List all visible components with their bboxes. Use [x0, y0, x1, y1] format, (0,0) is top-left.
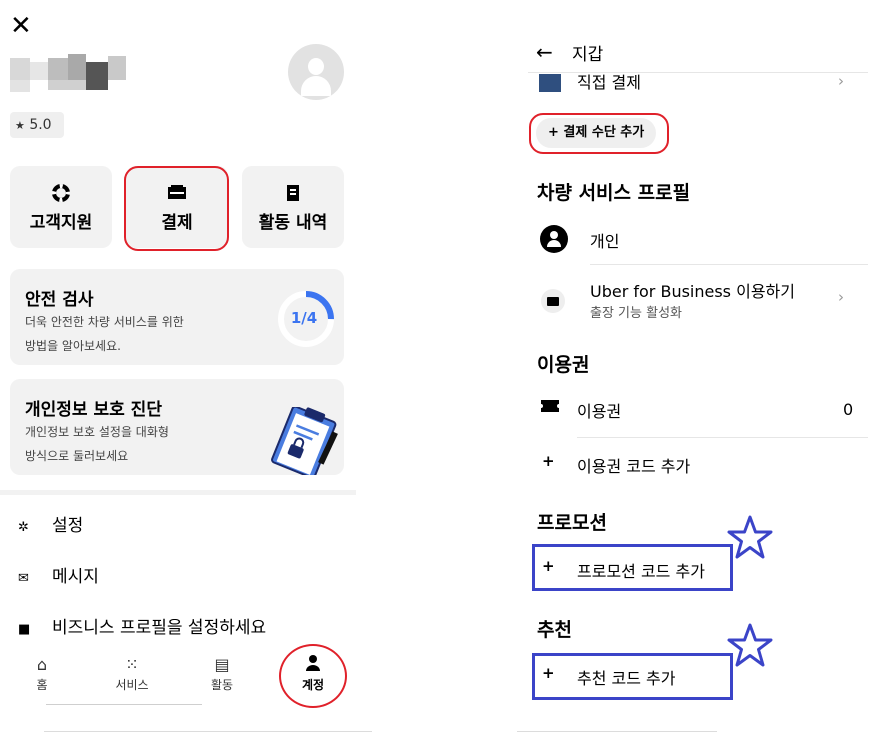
nav-tab-activity[interactable]: ▤ 활동: [187, 654, 257, 693]
privacy-card-title: 개인정보 보호 진단: [25, 400, 162, 420]
safety-check-card[interactable]: 안전 검사 더욱 안전한 차량 서비스를 위한 방법을 알아보세요. 1/4: [10, 269, 344, 365]
activity-tile[interactable]: 활동 내역: [242, 166, 344, 248]
chevron-right-icon: ›: [838, 72, 844, 90]
page-title: 지갑: [572, 45, 604, 65]
referral-section-title: 추천: [537, 619, 572, 641]
business-profile-subtitle: 출장 기능 활성화: [590, 306, 682, 321]
menu-item-settings[interactable]: ✲ 설정: [18, 511, 83, 541]
voucher-label[interactable]: 이용권: [577, 398, 621, 422]
business-profile-title[interactable]: Uber for Business 이용하기: [590, 278, 795, 302]
promotion-section-title: 프로모션: [537, 512, 607, 534]
divider: [577, 437, 868, 438]
life-ring-icon: [10, 184, 112, 202]
payment-highlight-annotation: [124, 166, 229, 251]
nav-tab-home[interactable]: ⌂ 홈: [7, 654, 77, 693]
add-payment-method-annotation: [529, 113, 669, 154]
home-icon: ⌂: [36, 655, 48, 674]
gear-icon: ✲: [18, 520, 29, 535]
divider: [44, 731, 372, 732]
add-voucher-code-button[interactable]: 이용권 코드 추가: [577, 453, 690, 477]
divider: [590, 264, 868, 265]
referral-highlight-annotation: [532, 653, 733, 700]
safety-card-desc-1: 더욱 안전한 차량 서비스를 위한: [25, 315, 184, 329]
grid-icon: ⁙: [125, 655, 139, 674]
nav-activity-label: 활동: [210, 678, 234, 692]
person-icon: [540, 225, 568, 253]
privacy-card-desc-1: 개인정보 보호 설정을 대화형: [25, 425, 169, 439]
privacy-checkup-card[interactable]: 개인정보 보호 진단 개인정보 보호 설정을 대화형 방식으로 둘러보세요: [10, 379, 344, 475]
star-annotation-icon: [727, 623, 773, 667]
nav-tab-services[interactable]: ⁙ 서비스: [97, 654, 167, 693]
chevron-right-icon: ›: [838, 288, 844, 306]
support-label: 고객지원: [29, 213, 93, 233]
back-arrow-icon[interactable]: ←: [536, 40, 553, 64]
briefcase-icon: [541, 289, 565, 313]
ride-profile-section-title: 차량 서비스 프로필: [537, 182, 691, 204]
privacy-card-desc-2: 방식으로 둘러보세요: [25, 449, 129, 463]
nav-underline: [46, 704, 202, 705]
progress-label: 1/4: [290, 309, 318, 327]
avatar[interactable]: [288, 44, 344, 100]
safety-card-desc-2: 방법을 알아보세요.: [25, 339, 121, 353]
voucher-section-title: 이용권: [537, 354, 590, 376]
menu-settings-label: 설정: [52, 516, 84, 536]
section-divider: [0, 490, 356, 495]
direct-pay-icon: [539, 74, 561, 92]
envelope-icon: ✉: [18, 571, 29, 586]
direct-pay-label[interactable]: 직접 결제: [577, 72, 641, 94]
menu-item-business-profile[interactable]: ■ 비즈니스 프로필을 설정하세요: [18, 613, 266, 643]
voucher-count: 0: [843, 400, 854, 419]
ticket-icon: [541, 398, 559, 416]
nav-services-label: 서비스: [115, 678, 149, 692]
menu-messages-label: 메시지: [52, 567, 99, 587]
personal-profile-label[interactable]: 개인: [590, 228, 619, 252]
rating-value: 5.0: [29, 117, 52, 133]
nav-home-label: 홈: [36, 678, 48, 692]
close-icon[interactable]: ✕: [10, 12, 34, 40]
plus-icon: +: [542, 452, 555, 470]
receipt-icon: [242, 184, 344, 202]
receipt-icon: ▤: [214, 655, 230, 674]
menu-item-messages[interactable]: ✉ 메시지: [18, 562, 99, 592]
rating-badge: ★ 5.0: [10, 112, 64, 138]
activity-label: 활동 내역: [258, 213, 328, 233]
support-tile[interactable]: 고객지원: [10, 166, 112, 248]
account-highlight-annotation: [279, 644, 347, 708]
menu-business-label: 비즈니스 프로필을 설정하세요: [52, 618, 267, 638]
clipboard-icon: [271, 407, 338, 475]
divider: [517, 731, 717, 732]
safety-card-title: 안전 검사: [25, 290, 94, 310]
star-icon: ★: [15, 119, 25, 132]
star-annotation-icon: [727, 515, 773, 559]
promo-highlight-annotation: [532, 544, 733, 591]
